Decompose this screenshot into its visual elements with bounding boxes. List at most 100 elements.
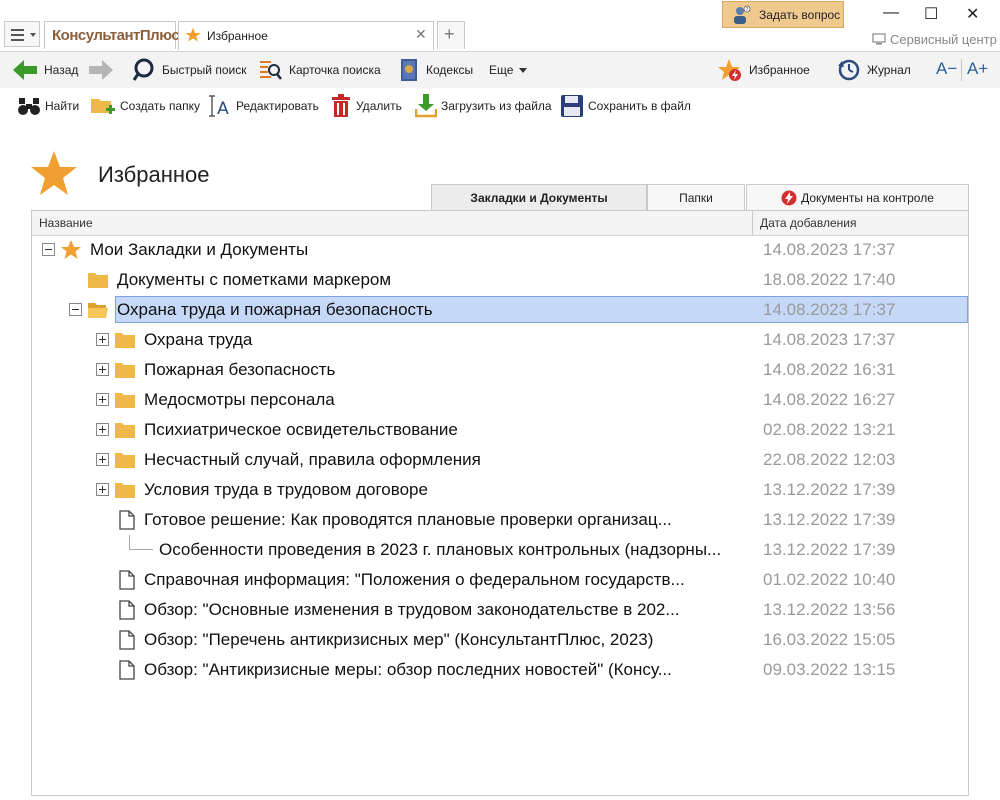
action-toolbar: Найти Создать папку A Редактировать Удал…	[0, 88, 1000, 124]
row-date: 14.08.2022 16:27	[763, 390, 896, 409]
folder-icon	[115, 423, 135, 438]
back-button[interactable]: Назад	[12, 52, 78, 88]
trash-icon	[332, 94, 350, 117]
row-date: 13.12.2022 17:39	[763, 540, 896, 559]
tab-label: Закладки и Документы	[470, 191, 608, 205]
save-to-file-label: Сохранить в файл	[588, 99, 691, 113]
tree-connector	[129, 535, 153, 550]
service-center-label: Сервисный центр	[890, 32, 997, 47]
expand-toggle[interactable]	[96, 363, 109, 376]
ask-question-button[interactable]: ? Задать вопрос	[722, 1, 844, 28]
row-date: 13.12.2022 17:39	[763, 510, 896, 529]
service-center-link[interactable]: Сервисный центр	[872, 32, 997, 47]
collapse-toggle[interactable]	[42, 243, 55, 256]
back-label: Назад	[44, 63, 79, 77]
table-header: Название Дата добавления	[32, 211, 968, 236]
expand-toggle[interactable]	[96, 333, 109, 346]
search-card-button[interactable]: Карточка поиска	[259, 52, 381, 88]
tree-row[interactable]: Несчастный случай, правила оформления 22…	[32, 445, 968, 475]
tab-favorites[interactable]: Избранное ✕	[178, 21, 434, 50]
folder-add-icon	[91, 99, 115, 114]
star-icon	[61, 240, 81, 259]
new-tab-button[interactable]: +	[437, 21, 465, 49]
tree-row[interactable]: Пожарная безопасность 14.08.2022 16:31	[32, 355, 968, 385]
tree-row[interactable]: Обзор: "Перечень антикризисных мер" (Кон…	[32, 625, 968, 655]
expand-toggle[interactable]	[96, 453, 109, 466]
tab-controlled-documents[interactable]: Документы на контроле	[746, 184, 969, 210]
tree-row[interactable]: Охрана труда 14.08.2023 17:37	[32, 325, 968, 355]
favorites-button[interactable]: Избранное	[717, 52, 810, 88]
collapse-toggle[interactable]	[69, 303, 82, 316]
folder-icon	[115, 483, 135, 498]
tree-row[interactable]: Справочная информация: "Положения о феде…	[32, 565, 968, 595]
tree-row[interactable]: Психиатрическое освидетельствование 02.0…	[32, 415, 968, 445]
tree-row[interactable]: Мои Закладки и Документы 14.08.2023 17:3…	[32, 235, 968, 265]
font-increase-button[interactable]: A+	[967, 59, 988, 79]
favorites-tree: Название Дата добавления Мои Закладки и …	[31, 210, 969, 796]
column-header-date[interactable]: Дата добавления	[760, 216, 856, 230]
svg-text:A: A	[217, 99, 229, 118]
folder-icon	[115, 363, 135, 378]
logo-tab[interactable]: КонсультантПлюс	[44, 21, 180, 49]
folder-icon	[88, 273, 108, 288]
maximize-button[interactable]: ☐	[924, 4, 938, 24]
expand-toggle[interactable]	[96, 423, 109, 436]
journal-button[interactable]: Журнал	[837, 52, 911, 88]
expand-toggle[interactable]	[96, 483, 109, 496]
row-name: Несчастный случай, правила оформления	[144, 450, 481, 469]
row-date: 18.08.2022 17:40	[763, 270, 896, 289]
tab-folders[interactable]: Папки	[647, 184, 745, 210]
main-menu-button[interactable]	[4, 21, 40, 47]
row-name: Условия труда в трудовом договоре	[144, 480, 428, 499]
font-decrease-button[interactable]: A−	[936, 59, 957, 79]
search-icon	[132, 58, 154, 81]
more-menu[interactable]: Еще	[489, 52, 534, 88]
find-button[interactable]: Найти	[17, 88, 79, 124]
tab-bookmarks-documents[interactable]: Закладки и Документы	[431, 184, 647, 211]
codes-button[interactable]: Кодексы	[398, 52, 473, 88]
tree-row[interactable]: Обзор: "Антикризисные меры: обзор послед…	[32, 655, 968, 685]
binoculars-icon	[18, 98, 40, 115]
forward-button[interactable]	[88, 52, 120, 88]
save-to-file-button[interactable]: Сохранить в файл	[560, 88, 691, 124]
chevron-down-icon	[30, 33, 36, 37]
row-name: Обзор: "Антикризисные меры: обзор послед…	[144, 660, 672, 679]
column-header-name[interactable]: Название	[39, 216, 93, 230]
tree-row[interactable]: Условия труда в трудовом договоре 13.12.…	[32, 475, 968, 505]
search-card-label: Карточка поиска	[289, 63, 381, 77]
codes-label: Кодексы	[426, 63, 474, 77]
delete-button[interactable]: Удалить	[330, 88, 402, 124]
tree-row-selected[interactable]: Охрана труда и пожарная безопасность 14.…	[32, 295, 968, 325]
edit-label: Редактировать	[236, 99, 319, 113]
tree-row[interactable]: Документы с пометками маркером 18.08.202…	[32, 265, 968, 295]
tab-label: Папки	[679, 190, 713, 205]
logo: КонсультантПлюс	[52, 27, 180, 44]
find-label: Найти	[45, 99, 80, 113]
star-icon	[185, 27, 201, 42]
delete-label: Удалить	[356, 99, 402, 113]
quick-search-button[interactable]: Быстрый поиск	[132, 52, 246, 88]
folder-icon	[115, 453, 135, 468]
document-icon	[119, 510, 135, 530]
close-icon[interactable]: ✕	[415, 26, 427, 43]
row-name: Охрана труда и пожарная безопасность	[117, 300, 433, 319]
download-icon	[415, 94, 437, 118]
control-lightning-icon	[781, 190, 797, 205]
close-window-button[interactable]: ✕	[966, 4, 979, 24]
expand-toggle[interactable]	[96, 393, 109, 406]
load-from-file-button[interactable]: Загрузить из файла	[415, 88, 552, 124]
arrow-right-icon	[89, 60, 113, 80]
row-name: Особенности проведения в 2023 г. плановы…	[159, 540, 722, 559]
create-folder-button[interactable]: Создать папку	[90, 88, 200, 124]
tree-row[interactable]: Готовое решение: Как проводятся плановые…	[32, 505, 968, 535]
minimize-button[interactable]: —	[883, 4, 899, 22]
tree-row[interactable]: Медосмотры персонала 14.08.2022 16:27	[32, 385, 968, 415]
quick-search-label: Быстрый поиск	[162, 63, 247, 77]
more-label: Еще	[489, 63, 514, 77]
document-icon	[119, 660, 135, 680]
tree-row[interactable]: Особенности проведения в 2023 г. плановы…	[32, 535, 968, 565]
support-agent-icon: ?	[734, 5, 751, 24]
edit-button[interactable]: A Редактировать	[208, 88, 319, 124]
column-divider[interactable]	[752, 211, 753, 235]
tree-row[interactable]: Обзор: "Основные изменения в трудовом за…	[32, 595, 968, 625]
